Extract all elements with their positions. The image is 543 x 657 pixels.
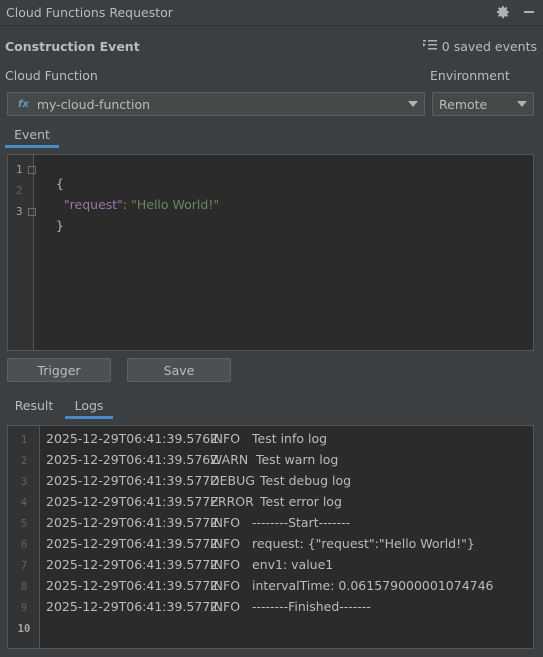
log-line: 2025-12-29T06:41:39.577Z INFO --------Star… bbox=[46, 515, 350, 530]
title-bar: Cloud Functions Requestor bbox=[0, 0, 543, 26]
gear-icon[interactable] bbox=[495, 4, 511, 20]
log-level: INFO bbox=[210, 536, 241, 551]
log-timestamp: 2025-12-29T06:41:39.576Z bbox=[46, 431, 219, 446]
log-timestamp: 2025-12-29T06:41:39.577Z bbox=[46, 515, 219, 530]
log-line: 2025-12-29T06:41:39.576Z WARN Test warn l… bbox=[46, 452, 338, 467]
log-message: intervalTime: 0.061579000001074746 bbox=[252, 578, 494, 593]
line-number: 7 bbox=[20, 560, 28, 572]
tab-event-label: Event bbox=[14, 126, 50, 142]
chevron-down-icon bbox=[408, 101, 418, 107]
minimize-icon[interactable] bbox=[521, 4, 537, 20]
log-line: 2025-12-29T06:41:39.577Z INFO env1: value1 bbox=[46, 557, 333, 572]
log-line: 2025-12-29T06:41:39.577Z INFO request: {"r… bbox=[46, 536, 475, 551]
log-message: request: {"request":"Hello World!"} bbox=[252, 536, 475, 551]
environment-select[interactable]: Remote bbox=[432, 92, 534, 116]
log-level: WARN bbox=[210, 452, 249, 467]
line-number: 3 bbox=[20, 476, 28, 488]
function-icon: fx bbox=[18, 98, 29, 110]
log-line: 2025-12-29T06:41:39.577Z INFO --------Fini… bbox=[46, 599, 371, 614]
log-line: 2025-12-29T06:41:39.577Z INFO intervalTime… bbox=[46, 578, 494, 593]
chevron-down-icon bbox=[517, 101, 527, 107]
tab-result[interactable]: Result bbox=[10, 393, 58, 417]
logs-console[interactable]: 1 2 3 4 5 6 7 8 9 10 2025-12-29T06:41:39… bbox=[7, 425, 534, 649]
log-level: INFO bbox=[210, 578, 241, 593]
fold-icon[interactable] bbox=[28, 166, 36, 174]
log-message: --------Finished------- bbox=[252, 599, 371, 614]
tab-logs[interactable]: Logs bbox=[65, 393, 113, 419]
log-message: Test warn log bbox=[252, 452, 339, 467]
log-message: Test error log bbox=[260, 494, 342, 509]
log-level: INFO bbox=[210, 599, 241, 614]
line-number: 6 bbox=[20, 539, 28, 551]
tab-event[interactable]: Event bbox=[5, 122, 59, 148]
tab-result-label: Result bbox=[14, 397, 54, 413]
log-message: env1: value1 bbox=[252, 557, 334, 572]
json-value: "Hello World!" bbox=[131, 197, 220, 212]
line-number: 2 bbox=[20, 455, 28, 467]
log-timestamp: 2025-12-29T06:41:39.577Z bbox=[46, 473, 219, 488]
line-number: 10 bbox=[17, 623, 31, 635]
console-gutter: 1 2 3 4 5 6 7 8 9 10 bbox=[8, 426, 40, 648]
line-number: 8 bbox=[20, 581, 28, 593]
log-level: INFO bbox=[210, 515, 241, 530]
code-line: } bbox=[40, 203, 64, 248]
line-number: 4 bbox=[20, 497, 28, 509]
log-level: INFO bbox=[210, 557, 241, 572]
cloud-function-select[interactable]: fx my-cloud-function bbox=[7, 92, 425, 116]
fold-icon[interactable] bbox=[28, 208, 36, 216]
log-message: Test info log bbox=[252, 431, 328, 446]
log-line: 2025-12-29T06:41:39.576Z INFO Test info lo… bbox=[46, 431, 327, 446]
log-timestamp: 2025-12-29T06:41:39.577Z bbox=[46, 578, 219, 593]
trigger-button[interactable]: Trigger bbox=[7, 358, 111, 382]
line-number: 1 bbox=[16, 163, 23, 176]
window-title: Cloud Functions Requestor bbox=[6, 5, 173, 20]
log-level: ERROR bbox=[210, 494, 254, 509]
line-number: 5 bbox=[20, 518, 28, 530]
line-number: 2 bbox=[16, 184, 23, 197]
line-number: 9 bbox=[20, 602, 28, 614]
log-line: 2025-12-29T06:41:39.577Z DEBUG Test debug … bbox=[46, 473, 351, 488]
tab-logs-label: Logs bbox=[74, 397, 104, 413]
code-line: "request": "Hello World!" bbox=[48, 182, 219, 227]
environment-label: Environment bbox=[430, 68, 510, 83]
log-timestamp: 2025-12-29T06:41:39.577Z bbox=[46, 599, 219, 614]
log-timestamp: 2025-12-29T06:41:39.577Z bbox=[46, 494, 219, 509]
json-key: "request" bbox=[63, 197, 123, 212]
json-colon: : bbox=[122, 197, 132, 212]
line-number: 3 bbox=[16, 205, 23, 218]
editor-gutter: 1 2 3 bbox=[8, 155, 36, 350]
log-message: Test debug log bbox=[260, 473, 352, 488]
save-button[interactable]: Save bbox=[127, 358, 231, 382]
log-level: DEBUG bbox=[210, 473, 255, 488]
event-editor[interactable]: 1 2 3 { "request": "Hello World!" } bbox=[7, 154, 534, 351]
construction-event-title: Construction Event bbox=[5, 39, 140, 54]
cloud-function-value: my-cloud-function bbox=[36, 96, 151, 112]
log-timestamp: 2025-12-29T06:41:39.576Z bbox=[46, 452, 219, 467]
json-brace: } bbox=[55, 218, 64, 233]
cloud-function-label: Cloud Function bbox=[5, 68, 98, 83]
log-line: 2025-12-29T06:41:39.577Z ERROR Test error … bbox=[46, 494, 342, 509]
list-icon bbox=[422, 39, 437, 54]
log-timestamp: 2025-12-29T06:41:39.577Z bbox=[46, 557, 219, 572]
line-number: 1 bbox=[20, 434, 28, 446]
log-level: INFO bbox=[210, 431, 241, 446]
log-timestamp: 2025-12-29T06:41:39.577Z bbox=[46, 536, 219, 551]
saved-events-button[interactable]: 0 saved events bbox=[422, 39, 537, 54]
environment-value: Remote bbox=[439, 96, 488, 112]
saved-events-label: 0 saved events bbox=[441, 39, 537, 54]
log-message: --------Start------- bbox=[252, 515, 351, 530]
